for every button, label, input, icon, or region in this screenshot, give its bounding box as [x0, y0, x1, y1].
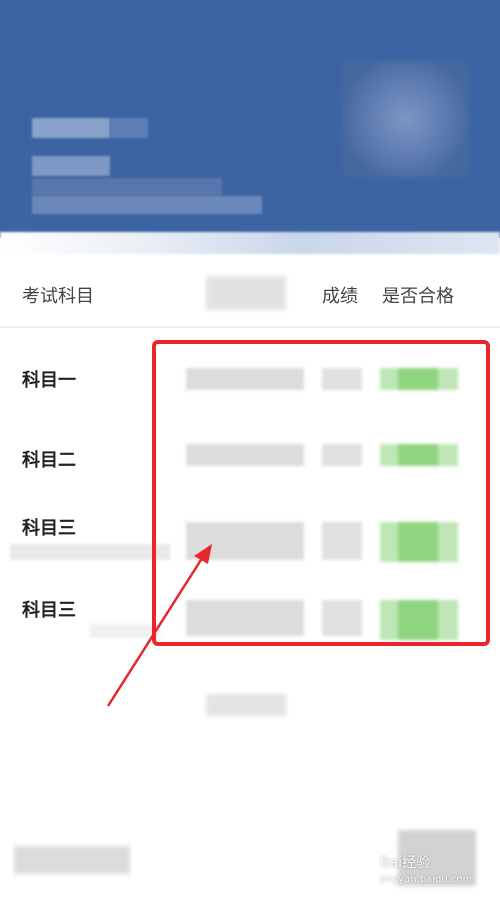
subject-label: 科目二 [22, 450, 76, 471]
baidu-watermark: Bai经验 jingyan.baidu.com [380, 852, 472, 885]
blurred-column-header [206, 276, 286, 310]
column-header-subject: 考试科目 [22, 286, 94, 307]
blurred-info-line [32, 156, 110, 176]
blurred-info-line [32, 178, 222, 196]
header-divider [0, 326, 500, 328]
watermark-url: jingyan.baidu.com [380, 874, 473, 885]
subject-label: 科目三 [22, 518, 76, 539]
highlight-box [152, 340, 490, 646]
blurred-footer-text [206, 694, 286, 716]
blurred-subtext [10, 544, 170, 560]
blurred-bottom-left [14, 846, 130, 874]
blurred-info-line [32, 196, 262, 214]
blurred-name-suffix [110, 118, 148, 138]
subject-label: 科目一 [22, 370, 76, 391]
profile-header [0, 0, 500, 238]
subject-label: 科目三 [22, 600, 76, 621]
blurred-subtext [90, 624, 160, 638]
column-header-score: 成绩 [322, 286, 358, 307]
blurred-strip [0, 232, 500, 254]
blurred-avatar [342, 60, 470, 178]
watermark-text: Bai经验 [380, 855, 431, 871]
column-header-pass: 是否合格 [382, 286, 454, 307]
blurred-name [32, 118, 110, 138]
